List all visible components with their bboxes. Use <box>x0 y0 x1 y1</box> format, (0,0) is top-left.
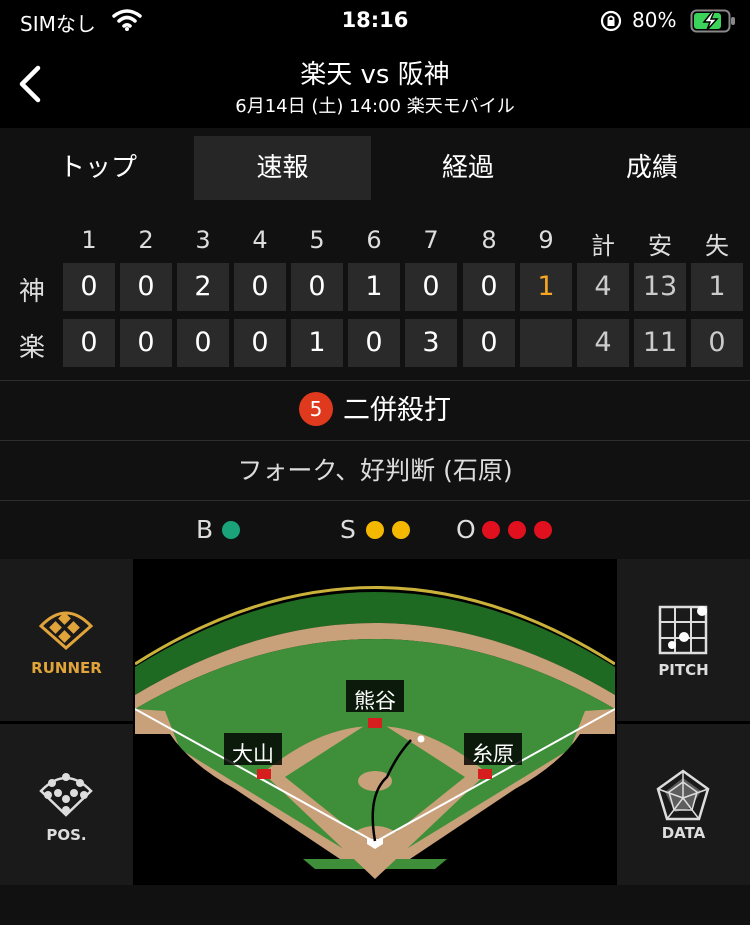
total-cell: 4 <box>577 319 629 367</box>
inning-score-cell: 1 <box>291 319 343 367</box>
fielder-left: 大山 <box>232 742 274 766</box>
tab-progress[interactable]: 経過 <box>380 136 556 200</box>
total-cell: 13 <box>634 263 686 311</box>
inning-score-cell: 0 <box>405 263 457 311</box>
play-detail: フォーク、好判断 (石原) <box>0 440 750 501</box>
game-info: 6月14日 (土) 14:00 楽天モバイル <box>235 96 515 117</box>
data-button[interactable]: DATA <box>617 724 750 886</box>
bottom-bar <box>0 885 750 925</box>
out-label: O <box>456 515 476 544</box>
positions-icon <box>39 773 93 817</box>
scoreboard: 1 2 3 4 5 6 7 8 9 計安失神 0 0 2 0 0 1 0 0 1 4 13 1 楽 0 0 0 0 1 0 3 0 4 11 0 <box>0 208 750 380</box>
inning-score-cell: 1 <box>348 263 400 311</box>
inning-score-cell: 3 <box>405 319 457 367</box>
inning-score-cell: 0 <box>234 319 286 367</box>
total-cell: 11 <box>634 319 686 367</box>
total-cell: 4 <box>577 263 629 311</box>
fielder-right: 糸原 <box>472 742 514 766</box>
inning-header: 8 <box>481 226 497 254</box>
inning-score-cell: 0 <box>63 319 115 367</box>
play-number-badge: 5 <box>299 391 333 426</box>
ball-label: B <box>196 515 214 544</box>
play-result-text: 二併殺打 <box>343 395 451 426</box>
status-bar: SIMなし 18:16 80% <box>0 0 750 44</box>
inning-header: 4 <box>252 226 268 254</box>
inning-score-cell: 0 <box>63 263 115 311</box>
inning-header: 1 <box>81 226 97 254</box>
tab-stats[interactable]: 成績 <box>564 136 740 200</box>
baseball-field <box>135 586 615 885</box>
pitch-label: PITCH <box>658 661 709 679</box>
battery-percent: 80% <box>632 8 677 32</box>
diamond-icon <box>38 611 94 650</box>
total-cell: 0 <box>691 319 743 367</box>
page-title: 楽天 vs 阪神 <box>300 60 450 90</box>
runner-label: RUNNER <box>31 659 102 677</box>
inning-score-cell: 0 <box>291 263 343 311</box>
pitch-button[interactable]: PITCH <box>617 559 750 721</box>
play-result: 5 二併殺打 <box>0 380 750 441</box>
strike-label: S <box>340 515 356 544</box>
inning-header: 6 <box>366 226 382 254</box>
field-area: RUNNER POS. 熊谷 大山 糸原 PITCH DATA <box>0 559 750 886</box>
inning-score-cell: 0 <box>177 319 229 367</box>
inning-score-cell: 0 <box>234 263 286 311</box>
tab-live[interactable]: 速報 <box>194 136 371 200</box>
inning-score-cell: 0 <box>120 319 172 367</box>
inning-score-cell: 0 <box>463 319 515 367</box>
inning-header: 9 <box>538 226 554 254</box>
fielder-center: 熊谷 <box>354 689 396 713</box>
tab-top[interactable]: トップ <box>10 136 186 200</box>
ball-count: B S O <box>0 500 750 559</box>
inning-score-cell: 0 <box>120 263 172 311</box>
battery-charging-icon <box>690 8 738 38</box>
inning-score-cell: 0 <box>463 263 515 311</box>
out-dot <box>508 521 526 539</box>
inning-score-cell: 1 <box>520 263 572 311</box>
nav-bar: 楽天 vs 阪神 6月14日 (土) 14:00 楽天モバイル <box>0 44 750 128</box>
data-label: DATA <box>661 824 706 842</box>
inning-score-cell: 0 <box>348 319 400 367</box>
strike-dot <box>366 521 384 539</box>
team-label: 神 <box>18 277 45 307</box>
out-dot <box>534 521 552 539</box>
runner-button[interactable]: RUNNER <box>0 559 133 721</box>
tab-bar: トップ 速報 経過 成績 <box>0 128 750 208</box>
inning-score-cell: 2 <box>177 263 229 311</box>
inning-score-cell <box>520 319 572 367</box>
inning-header: 安 <box>648 232 672 260</box>
inning-header: 7 <box>423 226 439 254</box>
total-cell: 1 <box>691 263 743 311</box>
rotation-lock-icon <box>600 10 622 36</box>
inning-header: 5 <box>309 226 325 254</box>
inning-header: 失 <box>705 232 729 260</box>
inning-header: 3 <box>195 226 211 254</box>
ball-dot <box>222 521 240 539</box>
pos-label: POS. <box>46 826 87 844</box>
inning-header: 2 <box>138 226 154 254</box>
out-dot <box>482 521 500 539</box>
radar-chart-icon <box>656 769 710 821</box>
pitch-grid-icon <box>658 605 708 655</box>
pos-button[interactable]: POS. <box>0 724 133 886</box>
inning-header: 計 <box>591 232 615 260</box>
strike-dot <box>392 521 410 539</box>
team-label: 楽 <box>18 333 45 363</box>
